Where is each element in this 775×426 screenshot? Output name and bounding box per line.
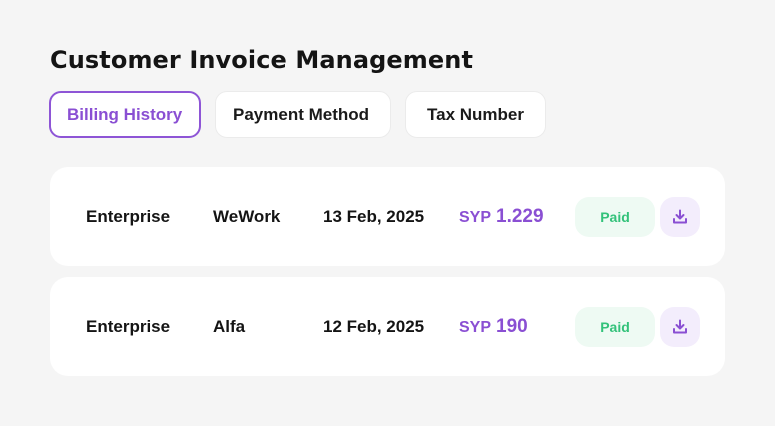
invoice-company: Alfa <box>213 316 246 336</box>
invoice-plan: Enterprise <box>86 316 171 336</box>
invoice-row: Enterprise Alfa 12 Feb, 2025 SYP 190 Pai… <box>50 277 725 376</box>
invoice-currency: SYP <box>459 318 492 336</box>
download-invoice-button[interactable] <box>660 196 700 237</box>
tab-payment-method[interactable]: Payment Method <box>215 91 391 138</box>
invoice-amount: SYP 190 <box>459 316 528 338</box>
invoice-amount: SYP 1.229 <box>459 206 544 228</box>
page-title: Customer Invoice Management <box>50 46 474 74</box>
download-icon <box>673 209 687 223</box>
invoice-amount-value: 190 <box>496 315 528 337</box>
invoice-amount-value: 1.229 <box>496 205 544 227</box>
tab-tax-number[interactable]: Tax Number <box>405 91 546 138</box>
status-badge: Paid <box>575 306 655 347</box>
invoice-plan: Enterprise <box>86 206 171 226</box>
invoice-tabs: Billing History Payment Method Tax Numbe… <box>49 91 546 138</box>
download-icon <box>673 319 687 333</box>
tab-billing-history[interactable]: Billing History <box>49 91 201 138</box>
invoice-list: Enterprise WeWork 13 Feb, 2025 SYP 1.229… <box>50 167 725 387</box>
download-invoice-button[interactable] <box>660 306 700 347</box>
invoice-currency: SYP <box>459 208 492 226</box>
status-badge: Paid <box>575 196 655 237</box>
invoice-date: 12 Feb, 2025 <box>323 316 425 336</box>
invoice-row: Enterprise WeWork 13 Feb, 2025 SYP 1.229… <box>50 167 725 266</box>
invoice-date: 13 Feb, 2025 <box>323 206 425 226</box>
invoice-company: WeWork <box>213 206 281 226</box>
